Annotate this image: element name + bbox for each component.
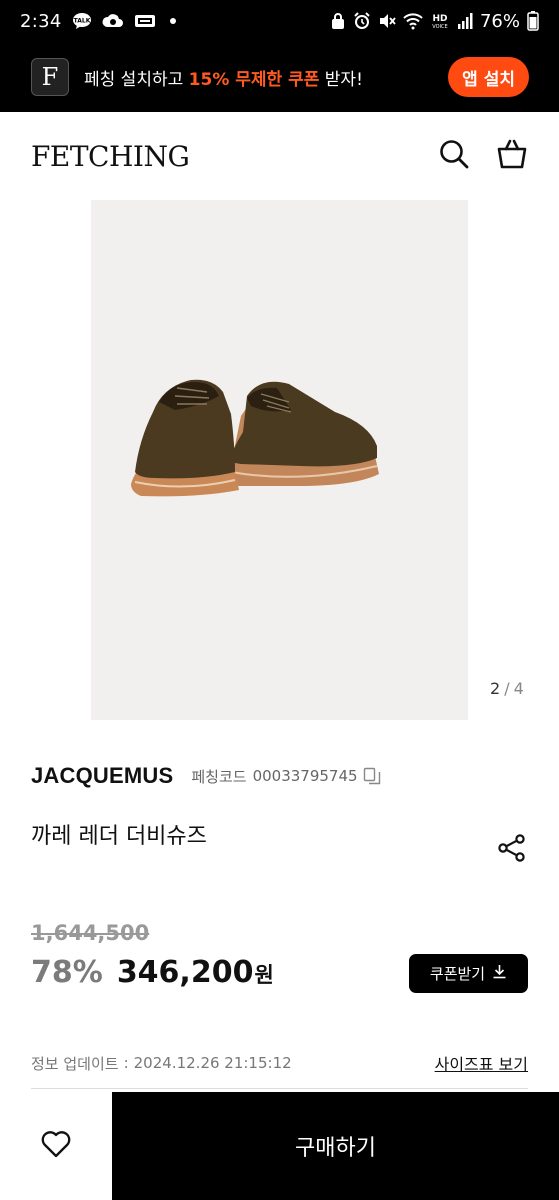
- mute-icon: [378, 12, 396, 30]
- coupon-button-label: 쿠폰받기: [429, 965, 486, 983]
- status-bar: 2:34 TALK HD VOICE 76%: [0, 0, 559, 42]
- install-app-button[interactable]: 앱 설치: [448, 57, 529, 97]
- share-button[interactable]: [496, 834, 528, 866]
- image-counter-separator: /: [504, 679, 510, 698]
- update-label: 정보 업데이트: [31, 1054, 119, 1073]
- bottom-action-bar: 구매하기: [0, 1092, 559, 1200]
- share-icon: [497, 833, 527, 867]
- heart-icon: [40, 1129, 72, 1163]
- shopping-bag-icon: [496, 139, 528, 173]
- header-actions: [438, 139, 528, 173]
- discount-rate: 78%: [31, 955, 103, 990]
- brand-name[interactable]: JACQUEMUS: [31, 763, 173, 789]
- cloud-icon: [102, 12, 124, 30]
- image-counter-current: 2: [490, 679, 501, 698]
- size-chart-link[interactable]: 사이즈표 보기: [435, 1051, 528, 1075]
- original-price: 1,644,500: [31, 921, 150, 945]
- signal-icon: [457, 12, 473, 30]
- wifi-icon: [403, 12, 423, 30]
- status-right: HD VOICE 76%: [330, 11, 539, 32]
- svg-text:TALK: TALK: [73, 18, 90, 25]
- status-time: 2:34: [20, 10, 62, 32]
- status-left: 2:34 TALK: [20, 11, 176, 32]
- promo-text-highlight: 15% 무제한 쿠폰: [188, 69, 320, 90]
- section-divider: [31, 1088, 528, 1089]
- download-icon: [492, 964, 507, 983]
- battery-icon: [527, 11, 539, 31]
- search-button[interactable]: [438, 140, 470, 172]
- app-install-banner[interactable]: F 페칭 설치하고 15% 무제한 쿠폰 받자! 앱 설치: [0, 42, 559, 112]
- battery-percent: 76%: [479, 10, 520, 32]
- promo-text-after: 받자!: [319, 69, 363, 90]
- svg-text:VOICE: VOICE: [432, 24, 447, 30]
- product-image-carousel[interactable]: [91, 200, 468, 720]
- notification-dot: [169, 18, 176, 24]
- fetching-app-logo: F: [31, 58, 69, 96]
- get-coupon-button[interactable]: 쿠폰받기: [409, 954, 528, 993]
- product-name: 까레 레더 더비슈즈: [31, 824, 207, 849]
- alarm-icon: [353, 12, 371, 30]
- buy-button[interactable]: 구매하기: [112, 1092, 559, 1200]
- update-row: 정보 업데이트 : 2024.12.26 21:15:12 사이즈표 보기: [31, 1051, 528, 1075]
- wishlist-button[interactable]: [0, 1092, 112, 1200]
- image-counter-total: 4: [513, 679, 524, 698]
- update-date: 2024.12.26 21:15:12: [133, 1054, 292, 1072]
- price-row: 78% 346,200 원: [31, 955, 274, 990]
- hd-voice-icon: HD VOICE: [430, 12, 450, 30]
- site-logo[interactable]: FETCHING: [31, 140, 190, 173]
- lock-icon: [330, 12, 346, 30]
- image-counter: 2/4: [490, 679, 524, 698]
- product-photo: [91, 200, 468, 720]
- update-separator: :: [123, 1054, 129, 1072]
- talk-icon: TALK: [72, 12, 92, 30]
- tv-icon: [134, 12, 156, 30]
- svg-text:HD: HD: [432, 14, 447, 24]
- sale-price: 346,200: [116, 955, 254, 990]
- product-code-value: 00033795745: [252, 767, 358, 785]
- site-header: FETCHING: [0, 112, 559, 200]
- currency-unit: 원: [254, 963, 274, 987]
- promo-text-before: 페칭 설치하고: [84, 69, 189, 90]
- promo-text: 페칭 설치하고 15% 무제한 쿠폰 받자!: [84, 65, 363, 90]
- search-icon: [439, 139, 469, 173]
- product-code-label: 페칭코드: [191, 767, 247, 786]
- copy-icon[interactable]: [363, 767, 381, 785]
- cart-button[interactable]: [496, 139, 528, 173]
- brand-row: JACQUEMUS 페칭코드 00033795745: [31, 762, 528, 790]
